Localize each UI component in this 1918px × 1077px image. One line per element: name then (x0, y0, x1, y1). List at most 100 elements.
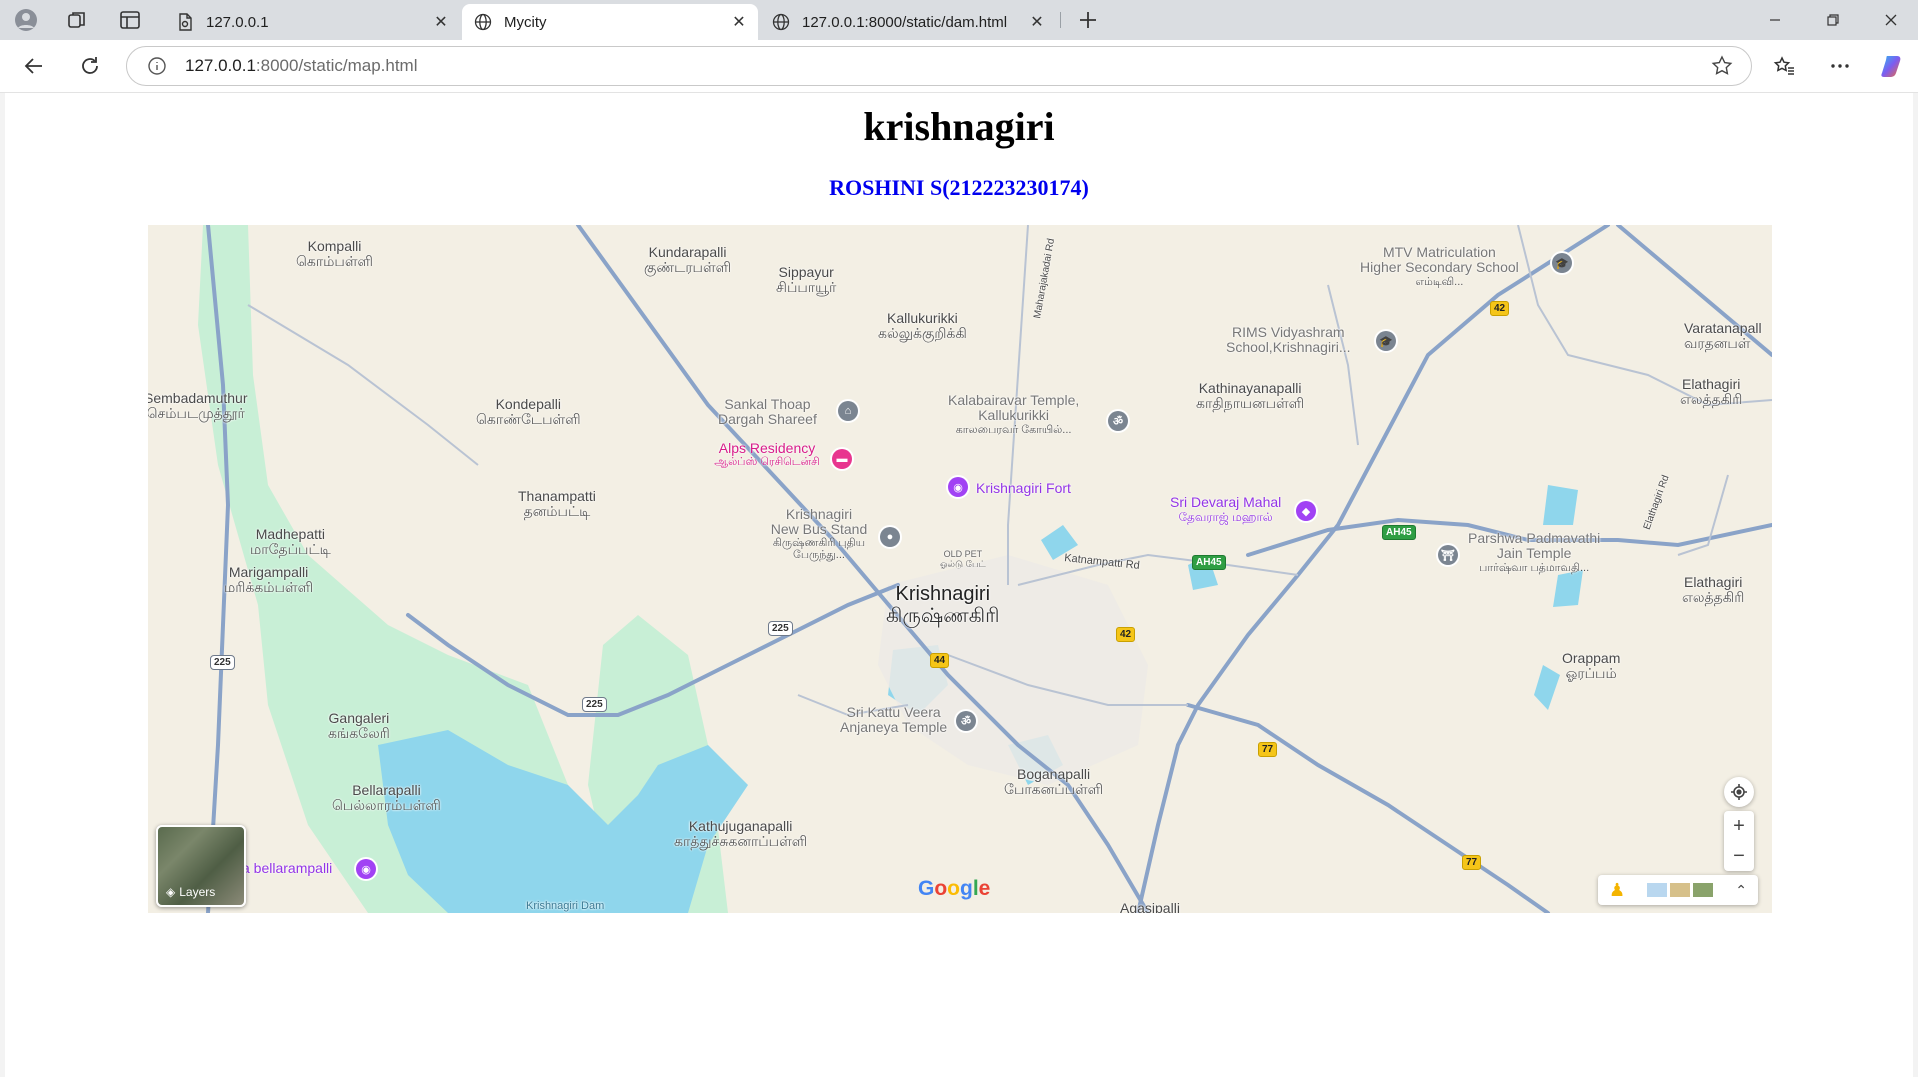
map-type-thumb (1647, 883, 1668, 897)
map-type-thumb (1670, 883, 1691, 897)
map-poi-anjaneya-temple[interactable]: Sri Kattu Veera Anjaneya Temple (840, 705, 947, 735)
label-en: Bellarapalli (352, 782, 421, 798)
temple-icon[interactable]: ॐ (956, 711, 976, 731)
route-shield-42: 42 (1490, 301, 1510, 316)
chevron-up-icon[interactable]: ⌃ (1735, 882, 1747, 899)
copilot-icon[interactable] (1876, 50, 1908, 82)
label-en: MTV Matriculation (1382, 244, 1496, 260)
label-ta: செம்படமுத்தூர் (148, 405, 245, 421)
map-label-boganapalli[interactable]: Boganapalli போகனப்பள்ளி (1004, 767, 1103, 797)
bus-icon[interactable]: ● (880, 527, 900, 547)
favorites-icon[interactable] (1768, 50, 1800, 82)
school-icon[interactable]: 🎓 (1552, 253, 1572, 273)
label-en: Alps Residency (718, 440, 816, 456)
mosque-icon[interactable]: ⌂ (838, 401, 858, 421)
label-en: Sri Kattu Veera (846, 704, 941, 720)
profile-icon[interactable] (14, 8, 38, 32)
map-label-kundarapalli[interactable]: Kundarapalli குண்டரபள்ளி (644, 245, 731, 275)
refresh-icon[interactable] (74, 50, 106, 82)
more-icon[interactable] (1824, 50, 1856, 82)
maximize-icon[interactable] (1810, 0, 1856, 40)
url-field[interactable]: 127.0.0.1:8000/static/map.html (126, 46, 1752, 86)
workspaces-icon[interactable] (66, 8, 90, 32)
map-label-gangaleri[interactable]: Gangaleri கங்கலேரி (328, 711, 390, 741)
map-label-elathagiri-south[interactable]: Elathagiri எலத்தகிரி (1682, 575, 1744, 605)
close-tab-icon[interactable]: ✕ (1026, 11, 1048, 33)
map-label-kathinayanapalli[interactable]: Kathinayanapalli காதிநாயனபள்ளி (1196, 381, 1304, 411)
favorite-star-icon[interactable] (1711, 55, 1733, 82)
label-en: Sembadamuthur (148, 390, 248, 406)
temple-icon[interactable]: ⛩ (1438, 545, 1458, 565)
map-poi-mtv-school[interactable]: MTV Matriculation Higher Secondary School… (1360, 245, 1519, 290)
map-poi-rims-school[interactable]: RIMS Vidyashram School,Krishnagiri... (1226, 325, 1351, 355)
my-location-button[interactable] (1724, 777, 1754, 807)
page-title: krishnagiri (863, 104, 1055, 149)
map-poi-new-bus-stand[interactable]: Krishnagiri New Bus Stand கிருஷ்ணகிரி புதி… (764, 507, 874, 562)
logo-letter: e (978, 877, 991, 900)
map-poi-krishnagiri-fort[interactable]: Krishnagiri Fort (976, 481, 1071, 496)
map-label-krishnagiri-city[interactable]: Krishnagiri கிருஷ்ணகிரி (886, 583, 1000, 627)
map-label-sippayur[interactable]: Sippayur சிப்பாயூர் (776, 265, 836, 295)
close-window-icon[interactable] (1868, 0, 1914, 40)
map-label-elathagiri-north[interactable]: Elathagiri எலத்தகிரி (1680, 377, 1742, 407)
zoom-in-button[interactable]: + (1733, 811, 1745, 841)
map-poi-parshwa-jain-temple[interactable]: Parshwa Padmavathi Jain Temple பார்ஷ்வா பத… (1468, 531, 1600, 576)
map-label-kompalli[interactable]: Kompalli கொம்பள்ளி (296, 239, 373, 269)
label-ta: பார்ஷ்வா பத்மாவதி... (1479, 562, 1590, 574)
map-label-madhepatti[interactable]: Madhepatti மாதேப்பட்டி (250, 527, 331, 557)
pegman-icon[interactable]: ♟ (1609, 880, 1625, 901)
map-label-marigampalli[interactable]: Marigampalli மரிக்கம்பள்ளி (224, 565, 313, 595)
zoom-out-button[interactable]: − (1733, 841, 1745, 871)
map-label-kathujuganapalli[interactable]: Kathujuganapalli காத்துச்சுகனாப்பள்ளி (674, 819, 807, 849)
tab-dam[interactable]: 127.0.0.1:8000/static/dam.html ✕ (760, 4, 1056, 40)
file-icon (176, 13, 194, 31)
url-text: 127.0.0.1:8000/static/map.html (185, 56, 417, 76)
map-label-bellarapalli[interactable]: Bellarapalli பெல்லாரம்பள்ளி (332, 783, 441, 813)
map-label-kondepalli[interactable]: Kondepalli கொண்டேபள்ளி (476, 397, 581, 427)
map-poi-kalabairavar-temple[interactable]: Kalabairavar Temple, Kallukurikki காலபைரவர… (948, 393, 1079, 438)
map-poi-sri-devaraj-mahal[interactable]: Sri Devaraj Mahal தேவராஜ் மஹால் (1170, 495, 1281, 525)
hotel-icon[interactable]: ▬ (832, 449, 852, 469)
label-en: Kallukurikki (886, 310, 958, 326)
google-map[interactable]: Kompalli கொம்பள்ளி Kundarapalli குண்டரபள்ள… (148, 225, 1772, 913)
label-ta: பெல்லாரம்பள்ளி (332, 797, 441, 813)
minimize-icon[interactable] (1752, 0, 1798, 40)
map-label-sembadamuthur[interactable]: Sembadamuthur செம்படமுத்தூர் (148, 391, 248, 421)
tab-127-0-0-1[interactable]: 127.0.0.1 ✕ (164, 4, 460, 40)
map-label-old-pet[interactable]: OLD PET ஓல்டு பேட் (940, 549, 986, 569)
landmark-icon[interactable]: ◉ (948, 477, 968, 497)
school-icon[interactable]: 🎓 (1376, 331, 1396, 351)
temple-icon[interactable]: ॐ (1108, 411, 1128, 431)
map-poi-alps-residency[interactable]: Alps Residency ஆல்ப்ஸ் ரெசிடென்சி (712, 440, 822, 469)
logo-letter: o (947, 877, 960, 900)
map-label-thanampatti[interactable]: Thanampatti தனம்பட்டி (518, 489, 596, 519)
tab-title: 127.0.0.1 (206, 13, 269, 31)
label-en: Sankal Thoap (724, 396, 811, 412)
map-label-orappam[interactable]: Orappam ஓரப்பம் (1562, 651, 1620, 681)
close-tab-icon[interactable]: ✕ (728, 11, 750, 33)
event-venue-icon[interactable]: ◆ (1296, 501, 1316, 521)
label-ta: எலத்தகிரி (1680, 391, 1743, 407)
label-en: Varatanapall (1684, 320, 1762, 336)
label-en: New Bus Stand (770, 521, 868, 537)
map-poi-bellarampalli[interactable]: a bellarampalli (242, 861, 332, 876)
close-tab-icon[interactable]: ✕ (430, 11, 452, 33)
label-en: Boganapalli (1016, 766, 1091, 782)
map-poi-sankal-dargah[interactable]: Sankal Thoap Dargah Shareef (718, 397, 817, 427)
new-tab-icon[interactable] (1076, 8, 1100, 32)
map-label-kallukurikki[interactable]: Kallukurikki கல்லுக்குறிக்கி (878, 311, 967, 341)
route-shield-77: 77 (1462, 855, 1482, 870)
map-type-thumbnails[interactable] (1647, 883, 1714, 897)
tab-actions-icon[interactable] (118, 8, 142, 32)
location-target-icon (1731, 784, 1747, 800)
route-shield-225: 225 (768, 621, 793, 636)
layers-button[interactable]: ◈ Layers (156, 825, 246, 907)
landmark-icon[interactable]: ◉ (356, 859, 376, 879)
back-icon[interactable] (18, 50, 50, 82)
tab-bar: 127.0.0.1 ✕ Mycity ✕ 127.0.0.1:8000/stat… (0, 0, 1918, 40)
label-ta: கல்லுக்குறிக்கி (878, 325, 967, 341)
site-info-icon[interactable] (147, 56, 167, 81)
map-label-varatanapall[interactable]: Varatanapall வரதனபள் (1684, 321, 1762, 351)
tab-mycity[interactable]: Mycity ✕ (462, 4, 758, 40)
label-en: Orappam (1562, 650, 1621, 666)
